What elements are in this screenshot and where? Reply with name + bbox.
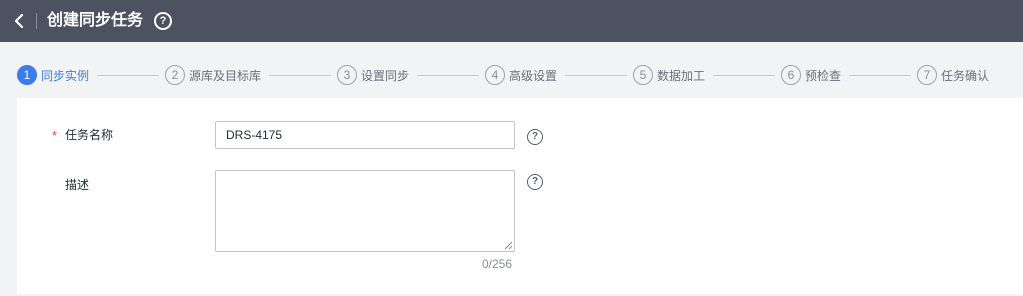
chevron-left-icon xyxy=(14,13,24,29)
task-name-label: 任务名称 xyxy=(65,128,114,142)
step-label: 预检查 xyxy=(805,68,842,83)
step-data-processing: 5 数据加工 xyxy=(633,65,705,85)
step-precheck: 6 预检查 xyxy=(781,65,841,85)
step-number: 7 xyxy=(917,65,937,85)
form-card: * 任务名称 ? 描述 ? 0/256 xyxy=(17,98,1023,294)
step-number: 4 xyxy=(485,65,505,85)
step-confirm: 7 任务确认 xyxy=(917,65,989,85)
step-label: 高级设置 xyxy=(509,68,558,83)
header-divider xyxy=(36,13,37,29)
step-connector xyxy=(849,75,911,76)
step-number: 3 xyxy=(337,65,357,85)
page-title: 创建同步任务 xyxy=(47,12,144,29)
step-advanced: 4 高级设置 xyxy=(485,65,557,85)
back-button[interactable] xyxy=(10,10,30,32)
step-label: 任务确认 xyxy=(941,68,990,83)
step-connector xyxy=(713,75,775,76)
description-help-icon[interactable]: ? xyxy=(527,174,543,190)
task-name-help-icon[interactable]: ? xyxy=(527,129,543,145)
char-counter: 0/256 xyxy=(482,257,513,271)
step-connector xyxy=(97,75,159,76)
step-source-target: 2 源库及目标库 xyxy=(165,65,261,85)
step-number: 2 xyxy=(165,65,185,85)
step-number: 1 xyxy=(17,65,37,85)
step-label: 源库及目标库 xyxy=(189,68,262,83)
resize-grip-icon[interactable] xyxy=(504,241,513,250)
task-name-input[interactable] xyxy=(215,121,515,149)
step-number: 6 xyxy=(781,65,801,85)
step-label: 设置同步 xyxy=(361,68,410,83)
step-settings: 3 设置同步 xyxy=(337,65,409,85)
page-header: 创建同步任务 ? xyxy=(0,0,1023,42)
step-label: 同步实例 xyxy=(41,68,90,83)
progress-steps: 1 同步实例 2 源库及目标库 3 设置同步 4 高级设置 5 数据加工 6 预… xyxy=(0,58,1023,92)
description-textarea[interactable] xyxy=(215,170,515,252)
step-sync-instance: 1 同步实例 xyxy=(17,65,89,85)
step-number: 5 xyxy=(633,65,653,85)
required-mark: * xyxy=(52,128,58,143)
help-icon[interactable]: ? xyxy=(154,12,172,30)
step-label: 数据加工 xyxy=(657,68,706,83)
step-connector xyxy=(565,75,627,76)
step-connector xyxy=(269,75,331,76)
step-connector xyxy=(417,75,479,76)
description-label: 描述 xyxy=(65,178,90,192)
